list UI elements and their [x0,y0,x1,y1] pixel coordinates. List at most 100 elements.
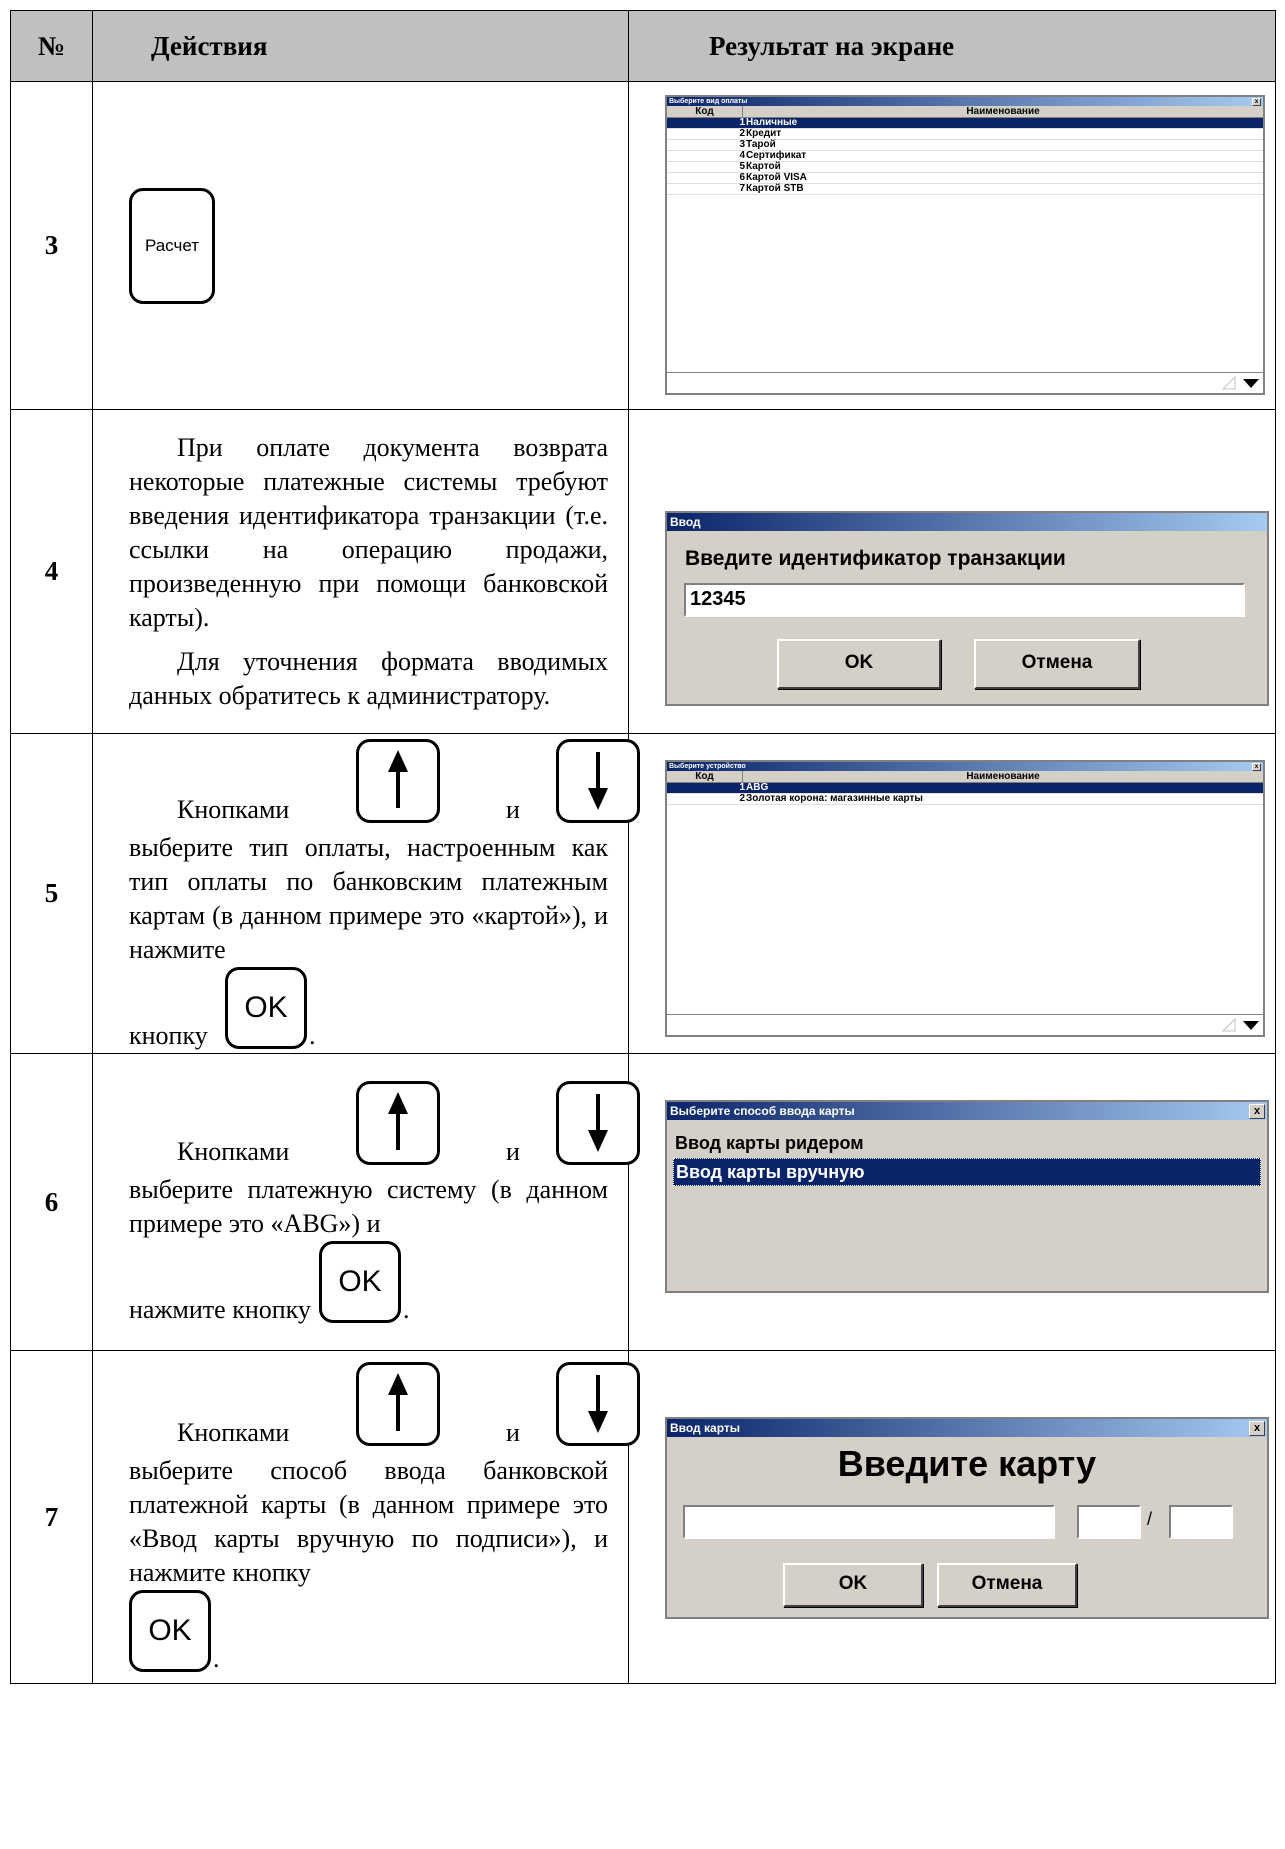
step-result: Выберите устройство x Код Наименование 1… [628,733,1276,1054]
step-actions: Кнопками и выберите тип оплаты, настроен… [92,733,640,1054]
scroll-down-icon[interactable] [1241,375,1261,392]
input-dialog: Ввод Введите идентификатор транзакции 12… [665,511,1269,706]
ok-button[interactable]: OK [777,639,941,689]
scroll-up-icon[interactable] [1219,375,1239,392]
text-and: и [506,1418,520,1447]
close-icon[interactable]: x [1252,98,1261,106]
col-code: Код [667,771,743,782]
header-result: Результат на экране [628,10,1276,82]
step-number: 5 [10,733,93,1054]
window-title-bar: Выберите способ ввода карты x [667,1102,1267,1120]
table-row: 5 Кнопками и выберите тип оплаты, настро… [10,733,1276,1054]
step-number: 6 [10,1053,93,1351]
expiry-year-input[interactable] [1169,1505,1233,1539]
arrow-up-key [356,1362,440,1446]
arrow-down-icon [588,1375,608,1433]
text-buttons: Кнопками [177,1418,290,1447]
table-header-row: № Действия Результат на экране [10,10,1276,82]
list-footer [667,372,1263,393]
step-result: Ввод карты x Введите карту / OK Отмена [628,1350,1276,1684]
arrow-up-key [356,738,440,823]
raschet-key: Расчет [129,187,215,304]
dialog-prompt: Введите идентификатор транзакции [685,547,1066,570]
step-result: Выберите способ ввода карты x Ввод карты… [628,1053,1276,1351]
table-row: 3 Расчет Выберите вид оплаты x Код Наиме… [10,81,1276,410]
window-title-bar: Ввод [667,513,1267,531]
arrow-down-icon [588,751,608,810]
window-title: Ввод карты [670,1421,740,1435]
arrow-up-icon [388,1092,408,1150]
list-item[interactable]: 7 Картой STB [667,184,1263,195]
list-item[interactable]: Ввод карты ридером [673,1130,1261,1156]
arrow-down-key [556,738,640,823]
window-title: Выберите вид оплаты [669,98,748,105]
card-entry-dialog: Ввод карты x Введите карту / OK Отмена [665,1417,1269,1619]
date-separator: / [1147,1509,1153,1529]
text-buttons: Кнопками [177,1137,290,1166]
col-code: Код [667,106,743,117]
cancel-button[interactable]: Отмена [974,639,1140,689]
table-row: 6 Кнопками и выберите платежную систему … [10,1053,1276,1351]
list-item[interactable]: 2 Золотая корона: магазинные карты [667,794,1263,805]
step-number: 7 [10,1350,93,1684]
ok-key: OK [319,1241,401,1323]
device-select-window: Выберите устройство x Код Наименование 1… [665,760,1265,1037]
device-list: 1 ABG 2 Золотая корона: магазинные карты [667,783,1263,805]
arrow-down-key [556,1081,640,1165]
col-name: Наименование [966,771,1040,782]
step-actions: При оплате документа возврата некоторые … [92,409,629,734]
step-result: Ввод Введите идентификатор транзакции 12… [628,409,1276,734]
close-icon[interactable]: x [1249,1421,1265,1436]
window-title-bar: Ввод карты x [667,1419,1267,1437]
ok-key: OK [129,1590,211,1672]
instructions-table: № Действия Результат на экране 3 Расчет … [10,10,1276,1684]
table-row: 4 При оплате документа возврата некоторы… [10,409,1276,734]
scroll-down-icon[interactable] [1241,1017,1261,1034]
payment-type-window: Выберите вид оплаты x Код Наименование 1… [665,95,1265,395]
ok-key-line: OK . [129,1590,608,1676]
transaction-id-input[interactable]: 12345 [684,583,1245,617]
list-item-selected[interactable]: Ввод карты вручную [673,1158,1261,1186]
close-icon[interactable]: x [1252,763,1261,771]
table-row: 7 Кнопками и выберите способ ввода банко… [10,1350,1276,1684]
card-input-method-window: Выберите способ ввода карты x Ввод карты… [665,1100,1269,1293]
step-number: 4 [10,409,93,734]
step-number: 3 [10,81,93,410]
payment-list: 1 Наличные 2 Кредит 3 Тарой 4 Сертификат 5 Ка… [667,118,1263,195]
window-title: Выберите способ ввода карты [670,1104,855,1118]
step-paragraph: выберите тип оплаты, настроенным как тип… [129,832,608,964]
arrow-keys-line: Кнопками и [129,735,640,827]
step-paragraph: При оплате документа возврата некоторые … [129,432,608,632]
col-name: Наименование [966,106,1040,117]
step-result: Выберите вид оплаты x Код Наименование 1… [628,81,1276,410]
step-paragraph: Для уточнения формата вводимых данных об… [129,646,608,710]
close-icon[interactable]: x [1249,1104,1265,1119]
ok-key: OK [225,966,307,1049]
step-actions: Расчет [92,81,629,410]
step-actions: Кнопками и выберите платежную систему (в… [92,1053,640,1351]
arrow-down-key [556,1362,640,1446]
arrow-down-icon [588,1094,608,1152]
dialog-heading: Введите карту [837,1443,1097,1484]
header-num: № [10,10,93,82]
arrow-keys-line: Кнопками и [129,1358,640,1450]
step-paragraph: выберите способ ввода банковской платежн… [129,1456,608,1587]
window-title: Выберите устройство [669,763,746,770]
ok-button[interactable]: OK [783,1563,923,1607]
window-title: Ввод [670,515,701,529]
card-number-input[interactable] [683,1505,1055,1539]
step-paragraph: выберите платежную систему (в данном при… [129,1175,608,1238]
arrow-up-icon [388,1373,408,1431]
arrow-up-key [356,1081,440,1165]
list-footer [667,1014,1263,1035]
cancel-button[interactable]: Отмена [937,1563,1077,1607]
text-button: нажмите кнопку [129,1295,311,1324]
scroll-up-icon[interactable] [1219,1017,1239,1034]
window-title-bar: Выберите устройство x [667,762,1263,771]
expiry-month-input[interactable] [1077,1505,1141,1539]
text-buttons: Кнопками [177,794,290,824]
text-button: кнопку [129,1020,208,1050]
ok-key-line: нажмите кнопку OK . [129,1241,608,1327]
step-actions: Кнопками и выберите способ ввода банковс… [92,1350,640,1684]
text-and: и [506,1137,520,1166]
